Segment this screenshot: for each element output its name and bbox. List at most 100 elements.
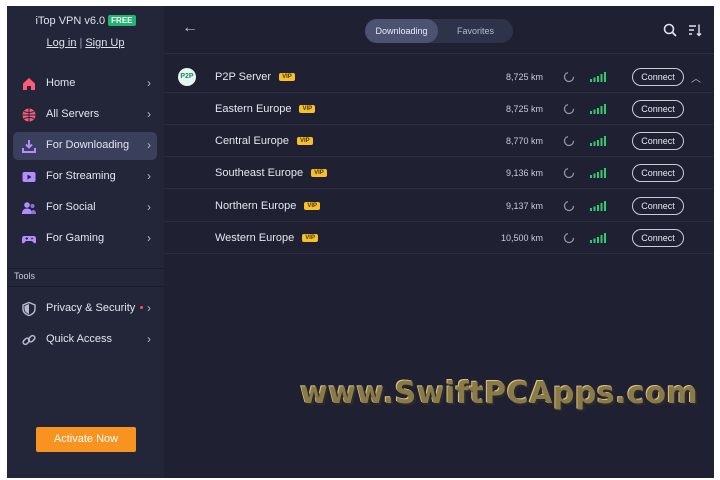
sidebar-item-for-streaming[interactable]: For Streaming › [13,163,157,191]
ping-loading-icon [563,135,575,147]
sort-icon[interactable] [688,23,702,37]
signup-link[interactable]: Sign Up [85,37,124,49]
server-distance: 8,725 km [505,72,543,82]
vip-badge: VIP [302,234,318,242]
server-row-northern-europe[interactable]: Northern Europe VIP 9,137 km Connect [164,190,714,222]
sidebar-item-label: Privacy & Security [46,302,144,314]
sidebar-item-label: Home [46,77,76,89]
connect-button[interactable]: Connect [632,197,684,215]
sidebar-item-quick-access[interactable]: Quick Access › [13,326,157,354]
server-row-eastern-europe[interactable]: Eastern Europe VIP 8,725 km Connect [164,93,714,125]
p2p-logo-icon: P2P [178,68,196,86]
globe-icon [22,108,36,122]
sidebar-item-for-downloading[interactable]: For Downloading › [13,132,157,160]
server-name: Northern Europe VIP [215,200,320,212]
server-name: Southeast Europe VIP [215,167,327,179]
server-name-text: Central Europe [215,135,289,147]
sidebar-divider [7,268,164,269]
server-name: Central Europe VIP [215,135,313,147]
play-icon [22,172,36,182]
server-row-southeast-europe[interactable]: Southeast Europe VIP 9,136 km Connect [164,157,714,189]
watermark-text: www.SwiftPCApps.com [300,376,699,411]
app-brand: iTop VPN v6.0 FREE [7,15,164,27]
chevron-up-icon[interactable]: ︿ [691,70,701,85]
tab-downloading[interactable]: Downloading [365,19,438,43]
home-icon [23,78,35,90]
link-icon [22,334,36,346]
sidebar-item-privacy-security[interactable]: Privacy & Security › [13,295,157,323]
sidebar-item-label: For Social [46,201,96,213]
ping-loading-icon [563,200,575,212]
server-name-text: Southeast Europe [215,167,304,179]
chevron-right-icon: › [147,200,151,214]
vip-badge: VIP [297,137,313,145]
sidebar: iTop VPN v6.0 FREE Log in | Sign Up Home › … [7,6,164,478]
activate-now-button[interactable]: Activate Now [36,427,136,452]
shield-icon [22,301,36,317]
chevron-right-icon: › [147,138,151,152]
server-row-central-europe[interactable]: Central Europe VIP 8,770 km Connect [164,125,714,157]
gamepad-icon [22,236,36,244]
vip-badge: VIP [304,202,320,210]
ping-loading-icon [563,167,575,179]
server-name: Western Europe VIP [215,232,318,244]
chevron-right-icon: › [147,76,151,90]
chevron-right-icon: › [147,332,151,346]
sidebar-item-label: All Servers [46,108,100,120]
connect-button[interactable]: Connect [632,229,684,247]
vip-badge: VIP [279,73,295,81]
sidebar-item-for-gaming[interactable]: For Gaming › [13,225,157,253]
sidebar-item-label: For Downloading [46,139,130,151]
chevron-right-icon: › [147,231,151,245]
free-badge: FREE [108,15,136,26]
tools-section-label: Tools [14,271,36,281]
sidebar-item-for-social[interactable]: For Social › [13,194,157,222]
ping-loading-icon [563,71,575,83]
signal-strength-icon [590,72,606,82]
server-name-text: P2P Server [215,71,272,83]
connect-button[interactable]: Connect [632,100,684,118]
server-name: Eastern Europe VIP [215,103,316,115]
chevron-right-icon: › [147,301,151,315]
tab-favorites[interactable]: Favorites [438,19,513,43]
download-icon [22,140,36,153]
auth-separator: | [79,37,83,49]
signal-strength-icon [590,233,606,243]
server-row-western-europe[interactable]: Western Europe VIP 10,500 km Connect [164,222,714,254]
connect-button[interactable]: Connect [632,164,684,182]
ping-loading-icon [563,103,575,115]
back-arrow-icon[interactable]: ← [182,19,198,37]
sidebar-item-label: Quick Access [46,333,113,345]
auth-links: Log in | Sign Up [7,37,164,49]
sidebar-divider [7,286,164,287]
signal-strength-icon [590,104,606,114]
users-icon [22,202,36,214]
connect-button[interactable]: Connect [632,68,684,86]
server-name-text: Western Europe [215,232,295,244]
sidebar-item-label: For Streaming [46,170,116,182]
signal-strength-icon [590,201,606,211]
login-link[interactable]: Log in [47,37,77,49]
server-distance: 9,136 km [505,168,543,178]
server-distance: 10,500 km [500,233,543,243]
sidebar-item-home[interactable]: Home › [13,70,157,98]
notification-dot [140,306,144,309]
server-distance: 8,770 km [505,136,543,146]
chevron-right-icon: › [147,169,151,183]
sidebar-item-label-text: Privacy & Security [46,302,136,314]
search-icon[interactable] [663,23,677,37]
top-bar: ← Downloading Favorites [164,6,714,54]
vip-badge: VIP [311,169,327,177]
server-row-p2p[interactable]: P2P P2P Server VIP 8,725 km Connect ︿ [164,61,714,93]
vip-badge: VIP [299,105,316,113]
server-distance: 9,137 km [505,201,543,211]
server-distance: 8,725 km [505,104,543,114]
signal-strength-icon [590,168,606,178]
app-title: iTop VPN v6.0 [35,15,106,27]
tab-switcher: Downloading Favorites [365,19,513,43]
connect-button[interactable]: Connect [632,132,684,150]
server-name-text: Eastern Europe [215,103,292,115]
sidebar-item-label: For Gaming [46,232,105,244]
server-name: P2P Server VIP [215,71,295,83]
sidebar-item-all-servers[interactable]: All Servers › [13,101,157,129]
